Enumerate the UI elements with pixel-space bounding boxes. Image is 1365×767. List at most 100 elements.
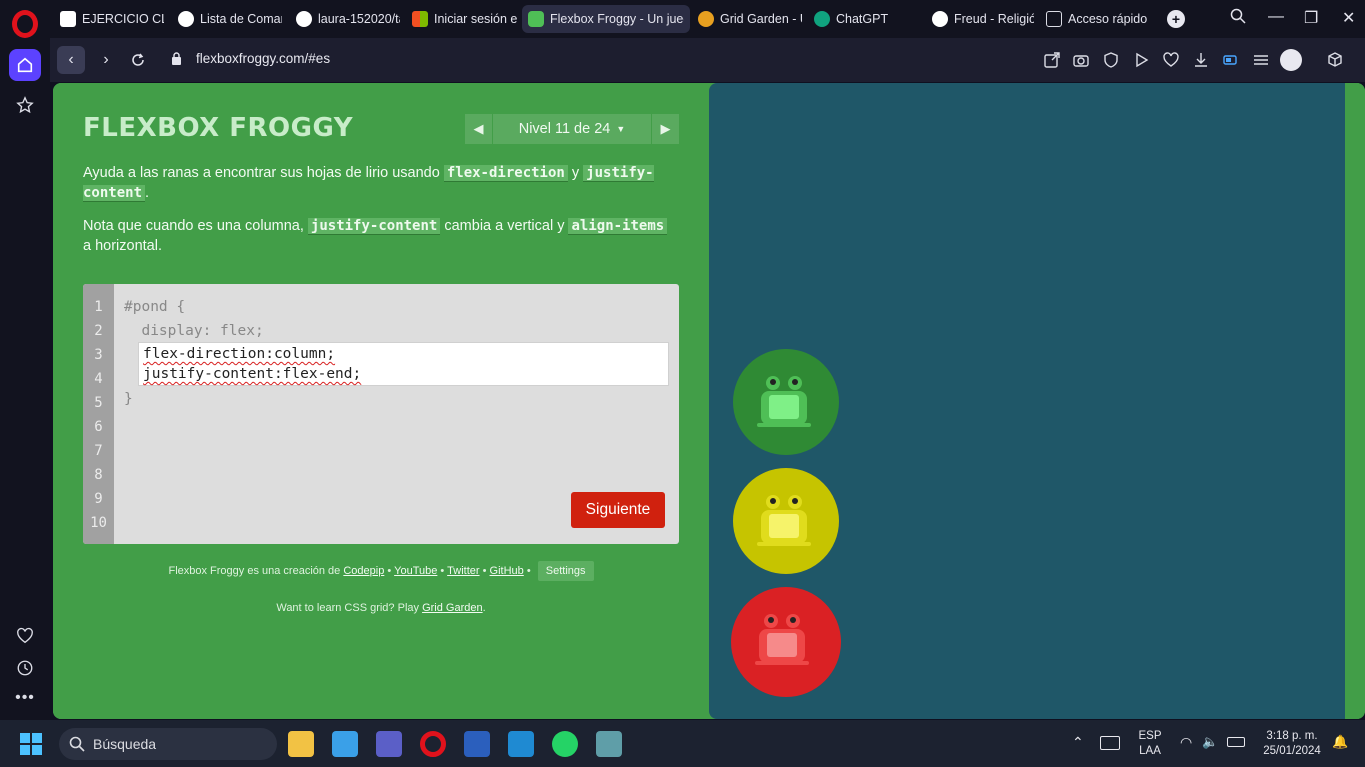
settings-button[interactable]: Settings [537,561,594,581]
github-icon [296,11,312,27]
carrot-icon [698,11,714,27]
game-sidebar: FLEXBOX FROGGY ◀ Nivel 11 de 24 ▼ ▶ Ayud… [53,83,709,719]
line-number: 9 [94,491,103,507]
search-icon [69,736,85,752]
level-dropdown[interactable]: Nivel 11 de 24 ▼ [493,114,651,144]
frog-icon [528,11,544,27]
opera-sidebar: ••• [0,0,50,720]
teams-icon[interactable] [376,731,402,757]
volume-muted-icon[interactable]: 🔈 [1202,734,1218,750]
line-gutter: 1 2 3 4 5 6 7 8 9 10 [83,284,114,544]
red-frog-icon [755,614,809,665]
codepen-icon [60,11,76,27]
yellow-lilypad [733,468,839,574]
close-window-button[interactable]: ✕ [1342,8,1355,28]
lock-icon [172,52,181,65]
code-line: } [124,391,133,407]
whatsapp-icon[interactable] [552,731,578,757]
new-tab-button[interactable]: + [1167,10,1185,28]
app-icon[interactable] [596,731,622,757]
chevron-up-icon[interactable]: ⌃ [1072,734,1084,751]
restore-button[interactable]: ❐ [1304,8,1318,28]
next-button[interactable]: Siguiente [571,492,665,528]
word-icon[interactable] [464,731,490,757]
twitter-link[interactable]: Twitter [447,565,479,577]
tab-grid-garden[interactable]: Grid Garden - Un [692,5,808,33]
shield-icon[interactable] [1102,51,1120,69]
taskbar-search[interactable]: Búsqueda [59,728,277,760]
code-justify-content: justify-content [307,218,441,235]
extensions-icon[interactable] [1326,51,1344,69]
web-page: FLEXBOX FROGGY ◀ Nivel 11 de 24 ▼ ▶ Ayud… [53,83,1365,719]
battery-saver-icon[interactable] [1222,51,1240,69]
line-number: 1 [94,299,103,315]
minimize-button[interactable]: — [1268,8,1284,26]
grid-icon [1046,11,1062,27]
tab-freud[interactable]: Freud - Religión [926,5,1040,33]
code-flex-direction: flex-direction [443,165,568,182]
line-number: 6 [94,419,103,435]
more-icon[interactable]: ••• [9,682,41,714]
yellow-frog-icon [757,495,811,546]
codepip-link[interactable]: Codepip [343,565,384,577]
language-indicator[interactable]: ESP LAA [1136,729,1164,759]
microsoft-icon [412,11,428,27]
reload-button[interactable] [124,46,152,74]
easy-setup-icon[interactable] [1252,51,1270,69]
caret-down-icon: ▼ [616,124,626,134]
line-number: 10 [90,515,107,531]
url-field[interactable]: flexboxfroggy.com/#es [196,51,330,66]
chatgpt-icon [814,11,830,27]
windows-start-icon[interactable] [20,733,42,755]
avatar[interactable] [1280,49,1302,71]
line-number: 7 [94,443,103,459]
code-input[interactable]: flex-direction:column; justify-content:f… [138,342,669,386]
prev-level-button[interactable]: ◀ [465,114,492,144]
code-line: #pond { [124,299,186,315]
github-link[interactable]: GitHub [490,565,524,577]
level-selector: ◀ Nivel 11 de 24 ▼ ▶ [465,114,679,144]
notification-bell-icon[interactable]: 🔔 [1332,734,1348,750]
tab-iniciar-sesion[interactable]: Iniciar sesión en [406,5,524,33]
vscode-icon[interactable] [508,731,534,757]
next-level-button[interactable]: ▶ [652,114,679,144]
file-explorer-icon[interactable] [288,731,314,757]
youtube-link[interactable]: YouTube [394,565,437,577]
instructions-paragraph-2: Nota que cuando es una columna, justify-… [83,216,673,256]
tab-ejercicio-clase[interactable]: EJERCICIO CLASE [54,5,170,33]
forward-button[interactable]: › [92,46,120,74]
css-editor: 1 2 3 4 5 6 7 8 9 10 #pond { display: fl… [83,284,679,544]
code-input-line: flex-direction:column; [143,346,336,362]
tab-lista-comandos[interactable]: Lista de Comandos [172,5,288,33]
keyboard-icon[interactable] [1100,736,1120,750]
line-number: 5 [94,395,103,411]
home-icon[interactable] [9,49,41,81]
line-number: 4 [94,371,103,387]
heart-outline-icon[interactable] [1162,51,1180,69]
code-align-items: align-items [568,218,668,235]
notepad-icon[interactable] [332,731,358,757]
instructions-paragraph-1: Ayuda a las ranas a encontrar sus hojas … [83,165,654,202]
opera-icon[interactable] [420,731,446,757]
tab-acceso-rapido[interactable]: Acceso rápido [1040,5,1160,33]
tab-chatgpt[interactable]: ChatGPT [808,5,924,33]
grid-garden-link[interactable]: Grid Garden [422,602,483,614]
wifi-icon[interactable]: ◠ [1180,734,1192,751]
share-icon[interactable] [1043,51,1061,69]
github-icon [178,11,194,27]
play-icon[interactable] [1132,51,1150,69]
grid-garden-promo: Want to learn CSS grid? Play Grid Garden… [276,602,486,614]
search-tabs-icon[interactable] [1230,8,1246,29]
download-icon[interactable] [1192,51,1210,69]
opera-logo-icon[interactable] [12,10,38,38]
tab-flexbox-froggy[interactable]: Flexbox Froggy - Un juego [522,5,690,33]
battery-icon[interactable] [1227,737,1245,747]
clock[interactable]: 3:18 p. m. 25/01/2024 [1256,729,1328,759]
heart-icon[interactable] [9,620,41,652]
back-button[interactable]: ‹ [57,46,85,74]
history-icon[interactable] [9,652,41,684]
level-label: Nivel 11 de 24 [518,121,611,137]
star-icon[interactable] [9,89,41,121]
camera-icon[interactable] [1072,51,1090,69]
tab-laura-repo[interactable]: laura-152020/tal [290,5,406,33]
